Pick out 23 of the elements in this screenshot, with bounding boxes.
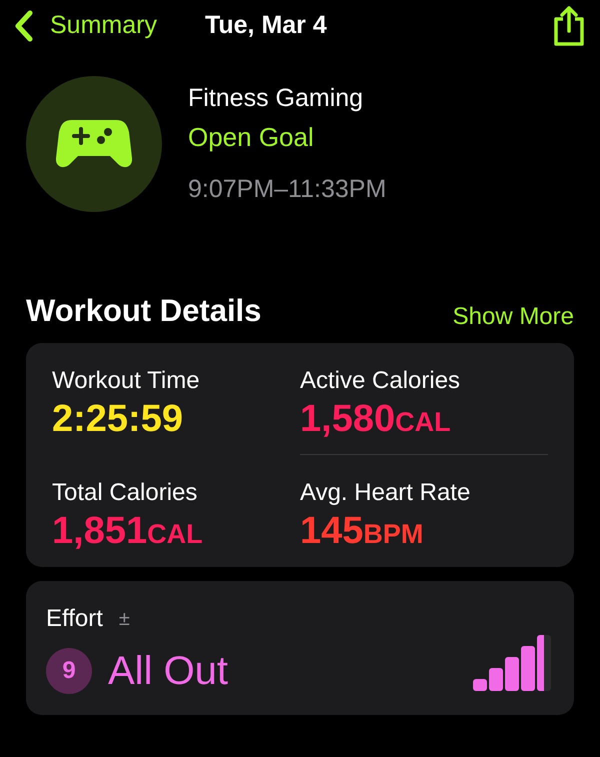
back-button[interactable]: Summary	[14, 7, 157, 45]
effort-score: 9	[46, 648, 92, 694]
game-controller-icon	[56, 118, 132, 170]
goal-type: Open Goal	[188, 120, 315, 154]
section-title: Workout Details	[26, 292, 262, 330]
show-more-link[interactable]: Show More	[452, 298, 574, 334]
effort-rating: All Out	[108, 648, 228, 696]
effort-label: Effort	[46, 604, 103, 634]
share-button[interactable]	[552, 5, 586, 47]
metric-value: 145BPM	[300, 511, 424, 554]
back-chevron-icon	[14, 10, 34, 42]
effort-card[interactable]: Effort ± 9 All Out	[26, 581, 574, 716]
metric-value: 1,580CAL	[300, 398, 452, 440]
metric-value: 1,851CAL	[52, 511, 204, 554]
metric-label: Total Calories	[52, 478, 198, 508]
metric-label: Active Calories	[300, 366, 462, 396]
metric-label: Workout Time	[52, 366, 201, 396]
workout-name: Fitness Gaming	[188, 83, 364, 114]
metric-label: Avg. Heart Rate	[300, 478, 472, 508]
date-title: Tue, Mar 4	[204, 10, 327, 42]
adjust-icon[interactable]: ±	[118, 604, 130, 634]
time-range: 9:07PM–11:33PM	[188, 174, 386, 204]
metric-value: 2:25:59	[52, 398, 184, 440]
